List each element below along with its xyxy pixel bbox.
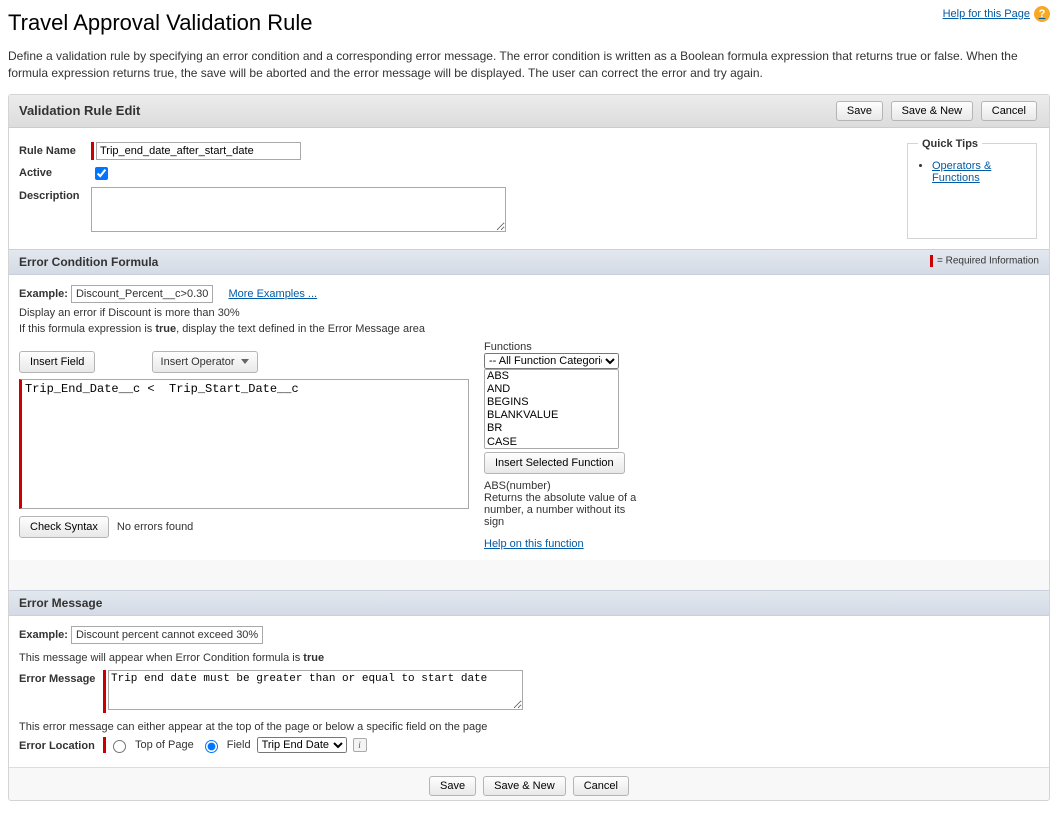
cancel-button[interactable]: Cancel: [981, 101, 1037, 121]
active-checkbox[interactable]: [95, 167, 108, 180]
save-button-bottom[interactable]: Save: [429, 776, 476, 796]
example-value: Discount_Percent__c>0.30: [71, 285, 213, 303]
insert-operator-button[interactable]: Insert Operator: [152, 351, 258, 373]
error-message-header: Error Message: [19, 596, 102, 610]
save-button[interactable]: Save: [836, 101, 883, 121]
intro-text: Define a validation rule by specifying a…: [8, 48, 1050, 82]
error-example-value: Discount percent cannot exceed 30%: [71, 626, 263, 644]
function-description: Returns the absolute value of a number, …: [484, 492, 644, 528]
help-function-link[interactable]: Help on this function: [484, 538, 584, 550]
insert-field-button[interactable]: Insert Field: [19, 351, 95, 373]
page-title: Travel Approval Validation Rule: [8, 10, 313, 36]
syntax-result: No errors found: [117, 521, 193, 533]
required-note: = Required Information: [930, 255, 1039, 269]
example-description: Display an error if Discount is more tha…: [19, 307, 1039, 319]
example-label: Example:: [19, 288, 68, 300]
formula-hint: If this formula expression is true, disp…: [19, 323, 1039, 335]
save-new-button-bottom[interactable]: Save & New: [483, 776, 566, 796]
quick-tips: Quick Tips Operators & Functions: [907, 138, 1037, 239]
cancel-button-bottom[interactable]: Cancel: [573, 776, 629, 796]
function-signature: ABS(number): [484, 480, 644, 492]
edit-header: Validation Rule Edit: [19, 103, 140, 118]
field-label: Field: [227, 739, 251, 751]
quick-tips-legend: Quick Tips: [918, 138, 982, 150]
rule-name-label: Rule Name: [19, 142, 91, 157]
description-label: Description: [19, 187, 91, 202]
formula-header: Error Condition Formula: [19, 255, 158, 269]
error-example-label: Example:: [19, 629, 68, 641]
edit-panel: Validation Rule Edit Save Save & New Can…: [8, 94, 1050, 801]
function-category-select[interactable]: -- All Function Categories: [484, 353, 619, 369]
error-message-label: Error Message: [19, 670, 103, 685]
active-label: Active: [19, 164, 91, 179]
save-new-button[interactable]: Save & New: [891, 101, 974, 121]
formula-textarea[interactable]: [19, 379, 469, 509]
field-radio[interactable]: [205, 740, 218, 753]
error-appear-note: This message will appear when Error Cond…: [19, 652, 1039, 664]
help-icon: ?: [1034, 6, 1050, 22]
insert-selected-function-button[interactable]: Insert Selected Function: [484, 452, 625, 474]
top-of-page-label: Top of Page: [135, 739, 194, 751]
rule-name-input[interactable]: [96, 142, 301, 160]
error-message-textarea[interactable]: [108, 670, 523, 710]
check-syntax-button[interactable]: Check Syntax: [19, 516, 109, 538]
function-list[interactable]: ABS AND BEGINS BLANKVALUE BR CASE: [484, 369, 619, 449]
error-location-note: This error message can either appear at …: [19, 721, 1039, 733]
help-label: Help for this Page: [943, 8, 1030, 20]
help-link[interactable]: Help for this Page ?: [943, 6, 1050, 22]
chevron-down-icon: [241, 359, 249, 364]
functions-label: Functions: [484, 341, 644, 353]
operators-functions-link[interactable]: Operators & Functions: [932, 160, 991, 184]
info-icon[interactable]: i: [353, 738, 367, 752]
top-of-page-radio[interactable]: [113, 740, 126, 753]
description-textarea[interactable]: [91, 187, 506, 232]
more-examples-link[interactable]: More Examples ...: [228, 288, 317, 300]
